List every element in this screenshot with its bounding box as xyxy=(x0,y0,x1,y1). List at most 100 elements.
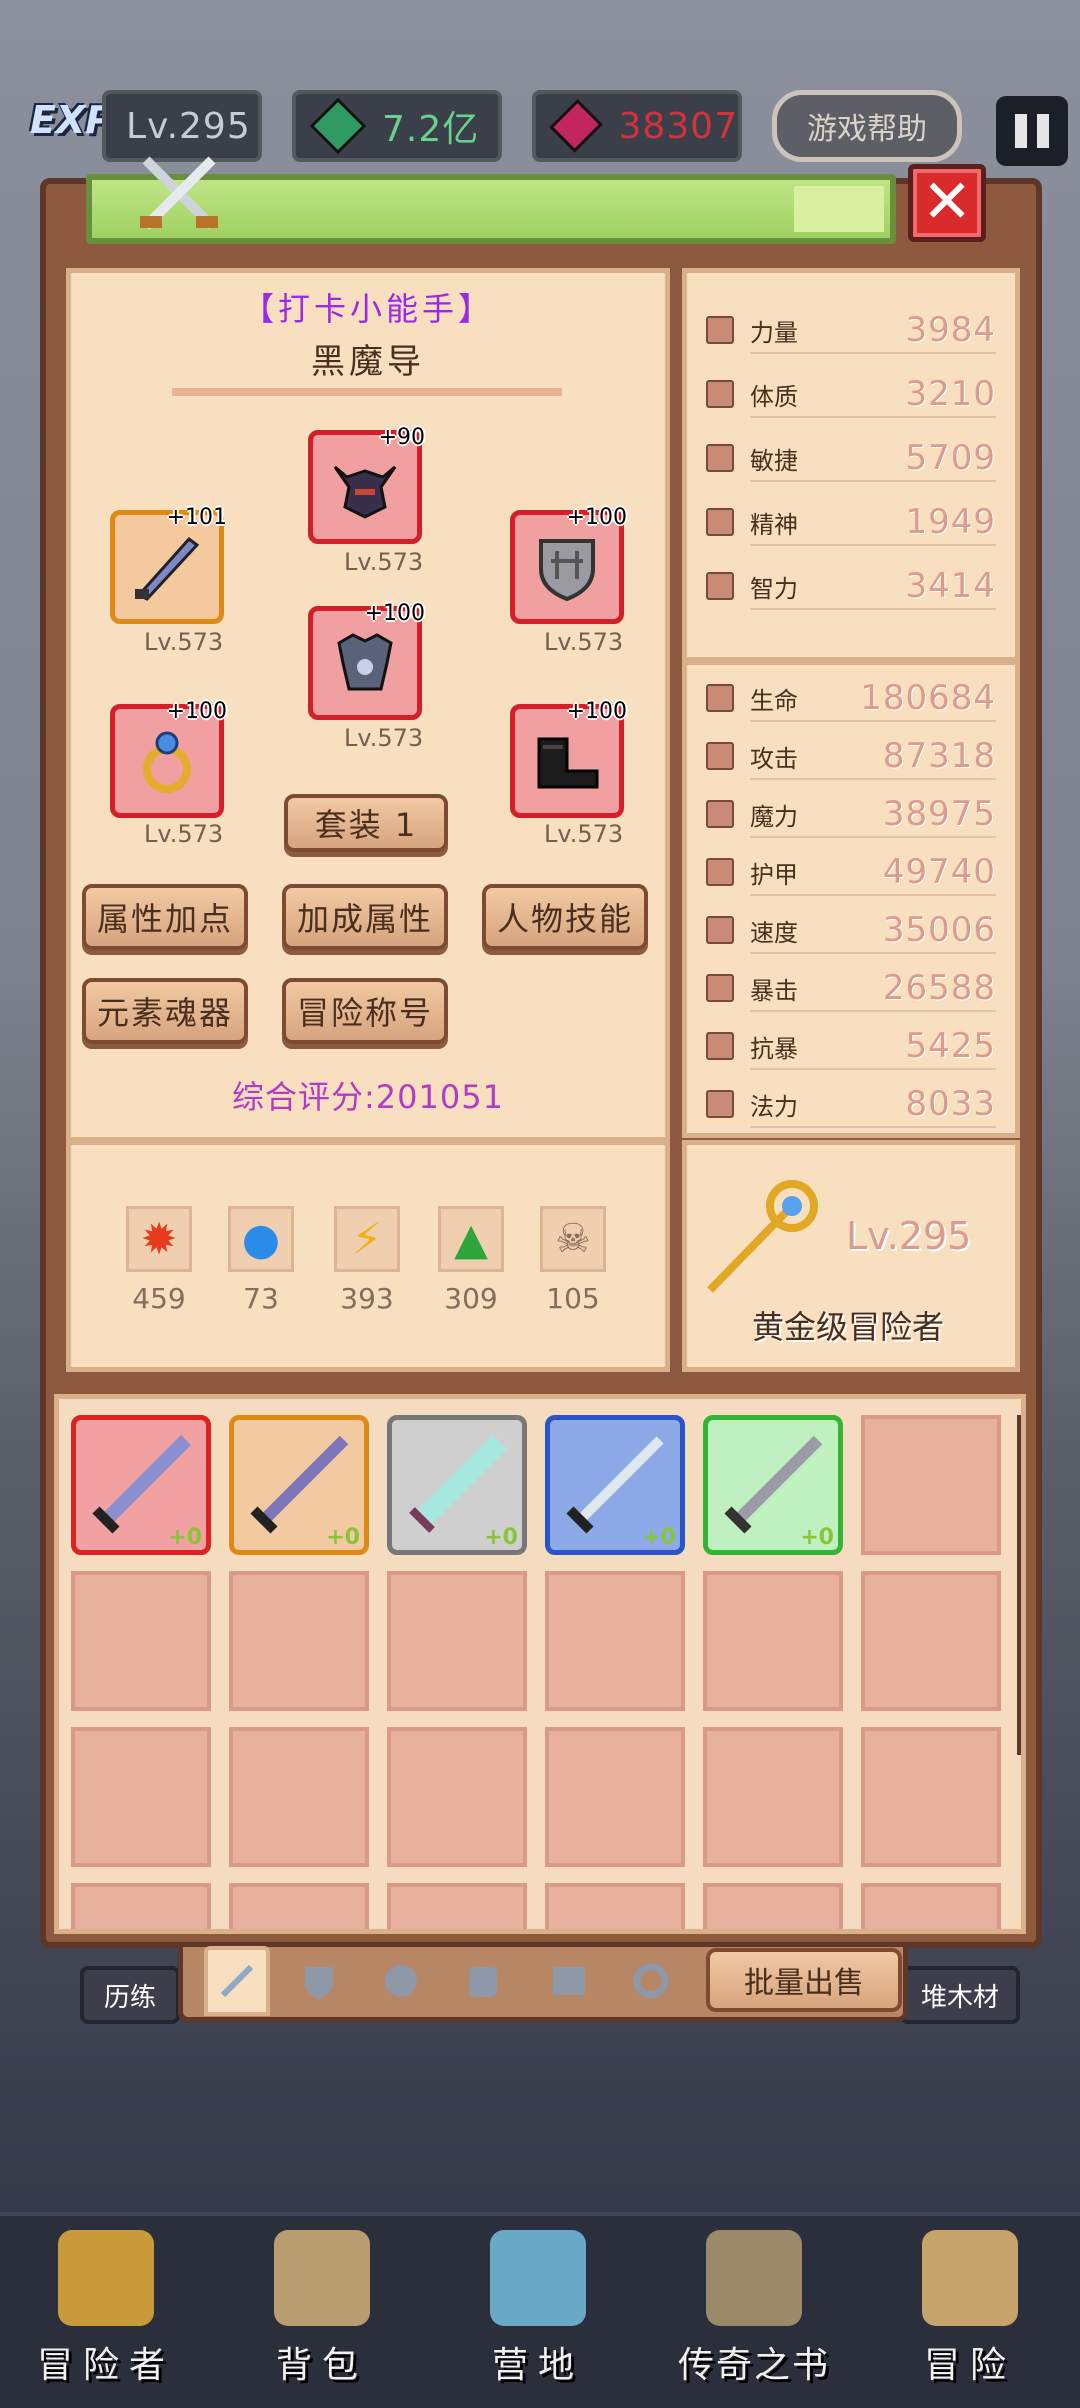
rank-title: 黄金级冒险者 xyxy=(751,1308,944,1346)
upgrade-level: +100 xyxy=(566,505,627,530)
stat-crit-resist: 抗暴 5425 xyxy=(706,1022,996,1070)
bonus-attributes-button[interactable]: 加成属性 xyxy=(282,884,448,950)
tab-helmet[interactable] xyxy=(368,1946,434,2016)
inventory-slot-empty[interactable] xyxy=(861,1883,1001,1929)
inventory-scrollbar[interactable] xyxy=(1017,1415,1021,1755)
ring-icon xyxy=(143,731,191,793)
shield-tab-icon xyxy=(305,1967,333,1999)
material-fire: ✹ 459 xyxy=(124,1206,194,1315)
exp-badge: EXP xyxy=(30,98,114,142)
pause-button[interactable] xyxy=(996,96,1068,166)
fire-essence-icon: ✹ xyxy=(140,1213,178,1265)
tab-weapon[interactable] xyxy=(204,1946,270,2016)
inventory-slot-empty[interactable] xyxy=(229,1571,369,1711)
nav-camp[interactable]: 营地 xyxy=(438,2230,638,2388)
inventory-slot-empty[interactable] xyxy=(71,1571,211,1711)
emerald-currency: 7.2亿 xyxy=(292,90,502,162)
stat-magic: 魔力 38975 xyxy=(706,790,996,838)
sword-nav-icon xyxy=(922,2230,1018,2326)
inventory-slot-empty[interactable] xyxy=(387,1883,527,1929)
close-button[interactable]: ✕ xyxy=(908,164,986,242)
star-icon xyxy=(706,508,734,536)
upgrade-level: +100 xyxy=(566,699,627,724)
tab-shield[interactable] xyxy=(286,1946,352,2016)
inventory-item[interactable]: +0 xyxy=(229,1415,369,1555)
equip-slot-ring[interactable]: +100 xyxy=(110,699,227,818)
inventory-slot-empty[interactable] xyxy=(545,1883,685,1929)
inventory-slot-empty[interactable] xyxy=(71,1883,211,1929)
inventory-item[interactable]: +0 xyxy=(71,1415,211,1555)
inventory-slot-empty[interactable] xyxy=(387,1727,527,1867)
inventory-slot-empty[interactable] xyxy=(703,1883,843,1929)
crossed-swords-icon xyxy=(140,156,218,230)
emerald-icon xyxy=(309,97,367,155)
nav-adventurer[interactable]: 冒险者 xyxy=(6,2230,206,2388)
ruby-amount: 38307 xyxy=(618,105,738,147)
attribute-points-button[interactable]: 属性加点 xyxy=(82,884,248,950)
strength-icon xyxy=(706,316,734,344)
inventory-grid: +0 +0 +0 +0 +0 xyxy=(54,1394,1026,1934)
inventory-slot-empty[interactable] xyxy=(861,1571,1001,1711)
nav-adventure[interactable]: 冒险 xyxy=(870,2230,1070,2388)
slot-level: Lv.573 xyxy=(344,548,424,576)
heart-icon xyxy=(706,380,734,408)
training-tab[interactable]: 历练 xyxy=(80,1966,180,2024)
inventory-slot-empty[interactable] xyxy=(861,1727,1001,1867)
equip-slot-helmet[interactable]: +90 xyxy=(308,425,425,544)
game-help-button[interactable]: 游戏帮助 xyxy=(772,90,962,162)
ruby-currency: 38307 xyxy=(532,90,742,162)
inventory-slot-empty[interactable] xyxy=(229,1883,369,1929)
nav-backpack[interactable]: 背包 xyxy=(222,2230,422,2388)
element-soul-button[interactable]: 元素魂器 xyxy=(82,978,248,1044)
armor-tab-icon xyxy=(469,1967,497,1997)
knight-helmet-icon xyxy=(58,2230,154,2326)
upgrade-level: +100 xyxy=(166,699,227,724)
book-icon xyxy=(706,2230,802,2326)
pause-icon xyxy=(1015,114,1027,148)
inventory-item[interactable]: +0 xyxy=(545,1415,685,1555)
crit-resist-icon xyxy=(706,1032,734,1060)
stat-armor: 护甲 49740 xyxy=(706,848,996,896)
inventory-slot-empty[interactable] xyxy=(545,1571,685,1711)
tab-armor[interactable] xyxy=(450,1946,516,2016)
inventory-slot-empty[interactable] xyxy=(545,1727,685,1867)
boots-icon xyxy=(537,737,599,789)
equip-slot-armor[interactable]: +100 xyxy=(308,601,425,720)
inventory-item[interactable]: +0 xyxy=(703,1415,843,1555)
stat-spirit: 精神 1949 xyxy=(706,498,996,546)
armor-icon xyxy=(337,633,393,691)
inventory-slot-empty[interactable] xyxy=(861,1415,1001,1555)
set-bonus-button[interactable]: 套装 1 xyxy=(284,794,448,852)
inventory-slot-empty[interactable] xyxy=(71,1727,211,1867)
backpack-icon xyxy=(274,2230,370,2326)
helmet-icon xyxy=(333,465,397,519)
equip-slot-boots[interactable]: +100 xyxy=(510,699,627,818)
equip-slot-weapon[interactable]: +101 xyxy=(110,505,227,624)
crit-icon xyxy=(706,974,734,1002)
inventory-item[interactable]: +0 xyxy=(387,1415,527,1555)
material-skull: ☠ 105 xyxy=(538,1206,608,1315)
ring-tab-icon xyxy=(633,1963,669,1999)
inventory-slot-empty[interactable] xyxy=(387,1571,527,1711)
golden-staff-icon xyxy=(707,1180,818,1293)
shield-stat-icon xyxy=(706,858,734,886)
inventory-slot-empty[interactable] xyxy=(703,1727,843,1867)
rank-level: Lv.295 xyxy=(846,1214,972,1258)
character-skills-button[interactable]: 人物技能 xyxy=(482,884,648,950)
inventory-slot-empty[interactable] xyxy=(703,1571,843,1711)
woodpile-tab[interactable]: 堆木材 xyxy=(900,1966,1020,2024)
adventure-title-button[interactable]: 冒险称号 xyxy=(282,978,448,1044)
player-level: Lv.295 xyxy=(126,105,251,147)
sword-icon xyxy=(135,536,200,601)
nav-legend-book[interactable]: 传奇之书 xyxy=(654,2230,854,2388)
bulk-sell-button[interactable]: 批量出售 xyxy=(706,1948,902,2012)
material-nature: ▲ 309 xyxy=(436,1206,506,1315)
tab-boots[interactable] xyxy=(536,1946,602,2016)
character-class-name: 黑魔导 xyxy=(311,342,425,382)
boots-tab-icon xyxy=(553,1967,585,1995)
inventory-slot-empty[interactable] xyxy=(229,1727,369,1867)
weapon-tab-icon xyxy=(220,1964,254,1998)
tab-ring[interactable] xyxy=(618,1946,684,2016)
nature-essence-icon: ▲ xyxy=(454,1213,488,1265)
equip-slot-shield[interactable]: +100 xyxy=(510,505,627,624)
